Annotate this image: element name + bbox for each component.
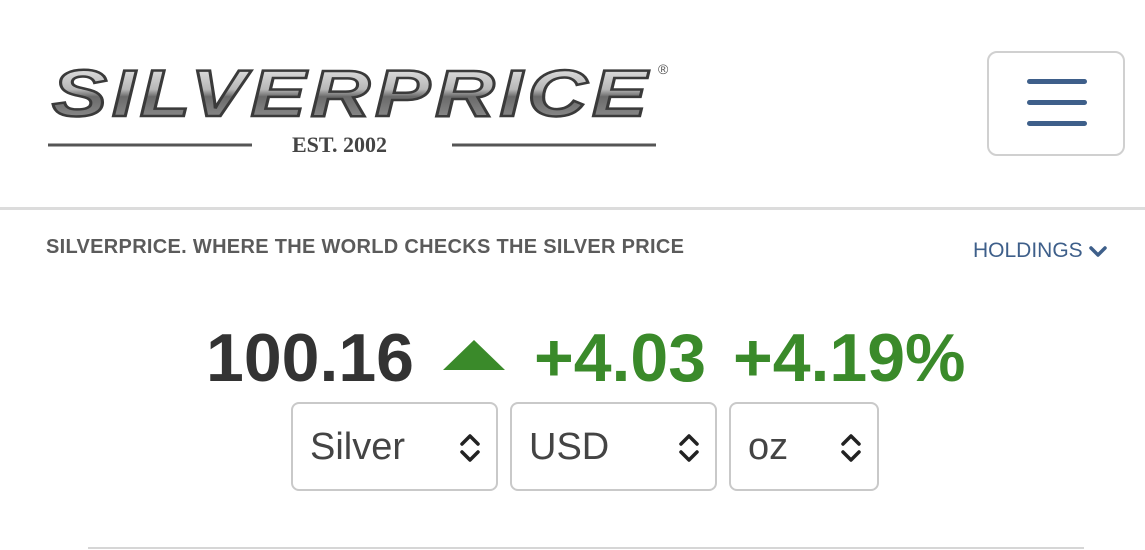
currency-select-value: USD — [529, 426, 610, 468]
triangle-up-icon — [443, 340, 505, 375]
unit-select-value: oz — [748, 426, 789, 468]
logo-wordmark: SILVERPRICE — [52, 56, 652, 130]
price-quote: 100.16 +4.03 +4.19% — [0, 318, 1145, 398]
header-divider — [0, 207, 1145, 210]
site-header: SILVERPRICE ® EST. 2002 — [0, 0, 1145, 208]
metal-select[interactable]: Silver — [291, 402, 498, 491]
silverprice-logo[interactable]: SILVERPRICE ® EST. 2002 — [44, 52, 684, 162]
site-tagline: SILVERPRICE. WHERE THE WORLD CHECKS THE … — [46, 236, 685, 258]
holdings-label: HOLDINGS — [973, 239, 1083, 262]
select-arrows-icon — [840, 432, 862, 469]
menu-button[interactable] — [987, 51, 1125, 156]
metal-select-value: Silver — [310, 426, 406, 468]
spot-price: 100.16 — [206, 320, 414, 396]
section-divider — [88, 547, 1084, 549]
price-change-percent: +4.19% — [733, 320, 966, 396]
price-change: +4.03 — [534, 320, 707, 396]
currency-select[interactable]: USD — [510, 402, 717, 491]
select-arrows-icon — [459, 432, 481, 469]
chevron-down-icon — [1088, 240, 1107, 264]
select-arrows-icon — [678, 432, 700, 469]
unit-select[interactable]: oz — [729, 402, 879, 491]
svg-text:®: ® — [658, 61, 669, 77]
logo-est-text: EST. 2002 — [292, 132, 387, 157]
hamburger-menu-icon — [1027, 79, 1087, 142]
holdings-dropdown[interactable]: HOLDINGS — [973, 238, 1107, 264]
